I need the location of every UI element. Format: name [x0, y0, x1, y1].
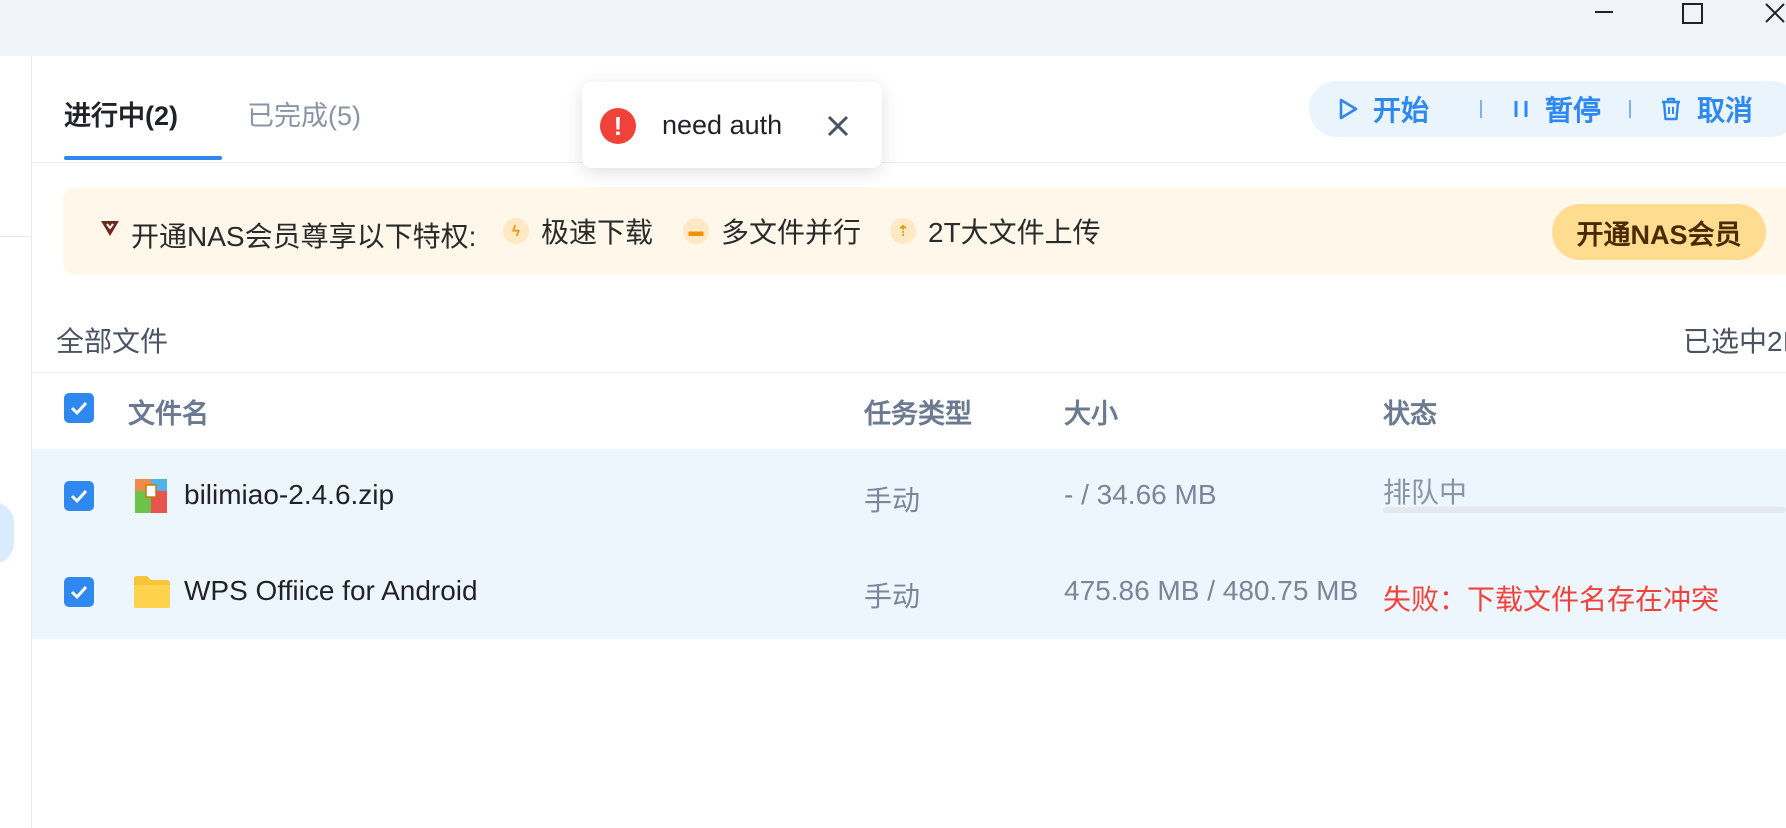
task-type: 手动: [864, 485, 921, 516]
toast-close-button[interactable]: [824, 112, 852, 140]
error-toast: ! need auth: [582, 82, 882, 168]
file-size: - / 34.66 MB: [1064, 479, 1217, 510]
perk-label: 极速下载: [541, 217, 654, 248]
select-all-checkbox[interactable]: [64, 393, 94, 423]
progress-bar: [1383, 507, 1786, 513]
row-checkbox[interactable]: [64, 577, 94, 607]
minimize-icon: [1595, 11, 1613, 13]
close-window-button[interactable]: [1760, 0, 1786, 28]
minimize-button[interactable]: [1583, 0, 1623, 28]
column-header-type[interactable]: 任务类型: [864, 392, 972, 431]
upload-icon: ⇡: [890, 218, 916, 244]
title-bar: [0, 0, 1786, 56]
maximize-icon: [1682, 3, 1703, 24]
column-header-name[interactable]: 文件名: [128, 392, 209, 431]
start-label: 开始: [1373, 95, 1430, 126]
left-sidebar: [0, 56, 32, 828]
vip-banner: 开通NAS会员尊享以下特权: ϟ 极速下载 ▬ 多文件并行 ⇡ 2T大文件上传 …: [63, 187, 1786, 275]
check-icon: [70, 585, 88, 600]
task-toolbar: 开始 暂停 取消: [1309, 81, 1786, 137]
open-vip-button[interactable]: 开通NAS会员: [1552, 204, 1766, 260]
selected-count: 已选中2I: [1683, 326, 1786, 357]
sidebar-active-item[interactable]: [0, 502, 14, 564]
trash-icon: [1662, 97, 1680, 121]
perk-label: 2T大文件上传: [928, 217, 1101, 248]
sidebar-divider: [0, 236, 31, 237]
tab-completed[interactable]: 已完成(5): [247, 94, 361, 133]
maximize-button[interactable]: [1672, 0, 1712, 28]
error-icon: !: [600, 108, 636, 144]
pause-icon: [1514, 101, 1528, 117]
perk-label: 多文件并行: [721, 217, 862, 248]
perk-large-upload: ⇡ 2T大文件上传: [890, 211, 1101, 251]
diamond-icon: [101, 221, 119, 236]
play-icon: [1339, 98, 1358, 120]
divider: [32, 372, 1786, 373]
list-title: 全部文件: [56, 326, 169, 357]
toast-message: need auth: [662, 110, 783, 140]
table-row[interactable]: bilimiao-2.4.6.zip 手动 - / 34.66 MB 排队中: [32, 449, 1786, 544]
status-error: 失败：下载文件名存在冲突: [1383, 584, 1720, 615]
toolbar-separator: [1629, 100, 1631, 118]
file-name: WPS Offiice for Android: [184, 575, 478, 606]
status-text: 排队中: [1383, 477, 1468, 508]
close-icon: [827, 115, 849, 137]
cancel-label: 取消: [1697, 95, 1754, 126]
perk-fast-download: ϟ 极速下载: [503, 211, 653, 251]
pause-label: 暂停: [1545, 95, 1602, 126]
close-icon: [1765, 3, 1785, 23]
check-icon: [70, 489, 88, 504]
banner-lead-text: 开通NAS会员尊享以下特权:: [131, 221, 477, 252]
lightning-icon: ϟ: [503, 218, 529, 244]
folder-small-icon: ▬: [683, 218, 709, 244]
check-icon: [70, 401, 88, 416]
folder-icon: [134, 576, 170, 608]
tab-in-progress[interactable]: 进行中(2): [64, 94, 178, 133]
start-button[interactable]: 开始: [1337, 81, 1429, 137]
file-name: bilimiao-2.4.6.zip: [184, 479, 395, 510]
perk-multi-file: ▬ 多文件并行: [683, 211, 861, 251]
task-type: 手动: [864, 581, 921, 612]
row-checkbox[interactable]: [64, 481, 94, 511]
column-header-status[interactable]: 状态: [1383, 392, 1437, 431]
column-header-size[interactable]: 大小: [1064, 392, 1118, 431]
pause-button[interactable]: 暂停: [1511, 81, 1601, 137]
cancel-button[interactable]: 取消: [1659, 81, 1753, 137]
file-size: 475.86 MB / 480.75 MB: [1064, 575, 1359, 606]
toolbar-separator: [1480, 100, 1482, 118]
zip-archive-icon: [135, 479, 167, 513]
active-tab-indicator: [64, 156, 222, 160]
table-row[interactable]: WPS Offiice for Android 手动 475.86 MB / 4…: [32, 544, 1786, 639]
